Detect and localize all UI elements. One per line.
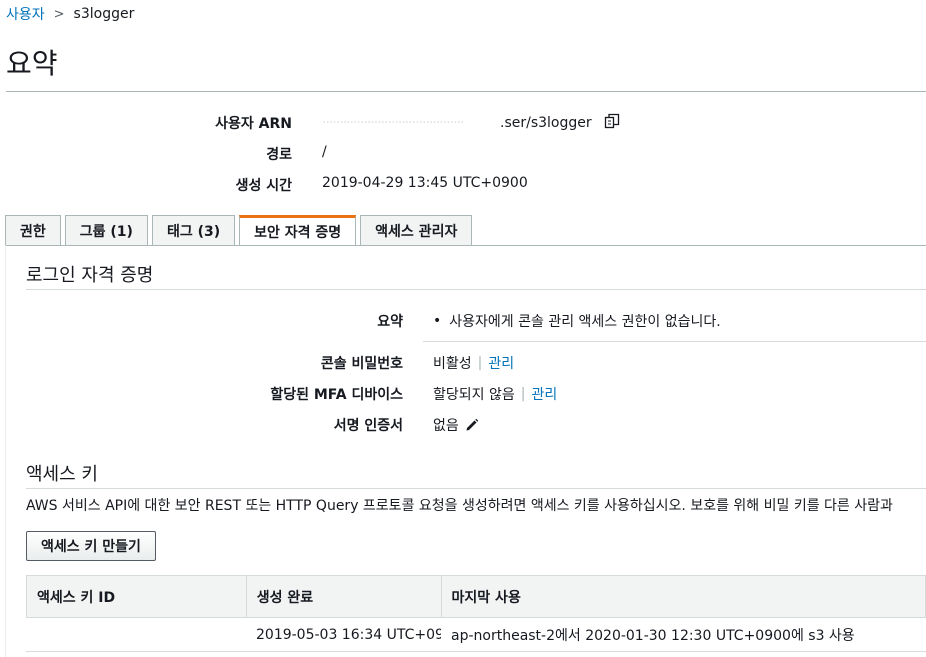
pipe-separator: | (477, 355, 483, 371)
signin-section-divider (26, 289, 926, 290)
console-password-status: 비활성 (433, 356, 472, 372)
page-title: 요약 (6, 47, 58, 80)
table-header: 액세스 키 ID 생성 완료 마지막 사용 (26, 575, 926, 618)
console-password-manage-link[interactable]: 관리 (488, 353, 514, 373)
create-access-key-button[interactable]: 액세스 키 만들기 (26, 531, 156, 561)
console-password-label: 콘솔 비밀번호 (320, 356, 403, 372)
signin-summary-value: • 사용자에게 콘솔 관리 액세스 권한이 없습니다. (433, 311, 721, 331)
table-row: 2019-05-03 16:34 UTC+0900 ap-northeast-2… (26, 618, 926, 652)
tab-panel-left-border (5, 245, 6, 657)
access-keys-title: 액세스 키 (26, 464, 98, 485)
access-keys-description: AWS 서비스 API에 대한 보안 REST 또는 HTTP Query 프로… (26, 498, 893, 514)
breadcrumb-separator: > (53, 6, 65, 22)
creation-time-label: 생성 시간 (235, 178, 292, 194)
path-value: / (322, 144, 327, 160)
user-arn-text: .ser/s3logger (500, 115, 592, 131)
creation-time-value: 2019-04-29 13:45 UTC+0900 (322, 175, 528, 191)
user-arn-label: 사용자 ARN (215, 116, 292, 132)
signin-summary-divider (423, 341, 926, 342)
signing-certificate-label: 서명 인증서 (333, 418, 403, 434)
pipe-separator: | (520, 386, 526, 402)
column-header-created[interactable]: 생성 완료 (247, 576, 442, 617)
tab-tags[interactable]: 태그 (3) (151, 215, 236, 246)
mfa-device-label: 할당된 MFA 디바이스 (270, 387, 403, 403)
column-header-access-key-id[interactable]: 액세스 키 ID (27, 576, 247, 617)
signing-certificate-status: 없음 (433, 418, 459, 434)
created-cell: 2019-05-03 16:34 UTC+0900 (256, 626, 441, 643)
mfa-device-manage-link[interactable]: 관리 (531, 384, 557, 404)
pencil-icon[interactable] (465, 418, 479, 432)
tab-permissions[interactable]: 권한 (5, 215, 61, 246)
column-header-last-used[interactable]: 마지막 사용 (442, 576, 926, 617)
mfa-device-value: 할당되지 않음 | 관리 (433, 384, 557, 404)
breadcrumb-current: s3logger (73, 6, 135, 22)
tab-access-advisor[interactable]: 액세스 관리자 (360, 215, 473, 246)
mfa-device-status: 할당되지 않음 (433, 387, 515, 403)
user-arn-value: ········································… (322, 113, 620, 133)
access-keys-table: 액세스 키 ID 생성 완료 마지막 사용 2019-05-03 16:34 U… (26, 575, 926, 652)
breadcrumb-users-link[interactable]: 사용자 (6, 4, 45, 24)
signin-summary-label: 요약 (377, 314, 403, 330)
tabs-divider (5, 245, 926, 246)
tab-groups[interactable]: 그룹 (1) (64, 215, 148, 246)
copy-icon[interactable] (604, 113, 620, 133)
title-divider (6, 91, 926, 92)
bullet: • (433, 313, 442, 329)
path-label: 경로 (266, 147, 292, 163)
access-key-id-cell (26, 618, 246, 651)
signing-certificate-value: 없음 (433, 415, 479, 435)
signin-credentials-title: 로그인 자격 증명 (26, 265, 154, 286)
breadcrumb: 사용자 > s3logger (6, 4, 134, 24)
tab-security-credentials[interactable]: 보안 자격 증명 (239, 215, 357, 246)
user-arn-masked: ········································… (322, 115, 464, 131)
signin-summary-text: 사용자에게 콘솔 관리 액세스 권한이 없습니다. (449, 314, 721, 330)
last-used-cell: ap-northeast-2에서 2020-01-30 12:30 UTC+09… (451, 627, 855, 644)
tab-bar: 권한 그룹 (1) 태그 (3) 보안 자격 증명 액세스 관리자 (5, 215, 476, 246)
access-keys-divider (26, 488, 926, 489)
console-password-value: 비활성 | 관리 (433, 353, 514, 373)
